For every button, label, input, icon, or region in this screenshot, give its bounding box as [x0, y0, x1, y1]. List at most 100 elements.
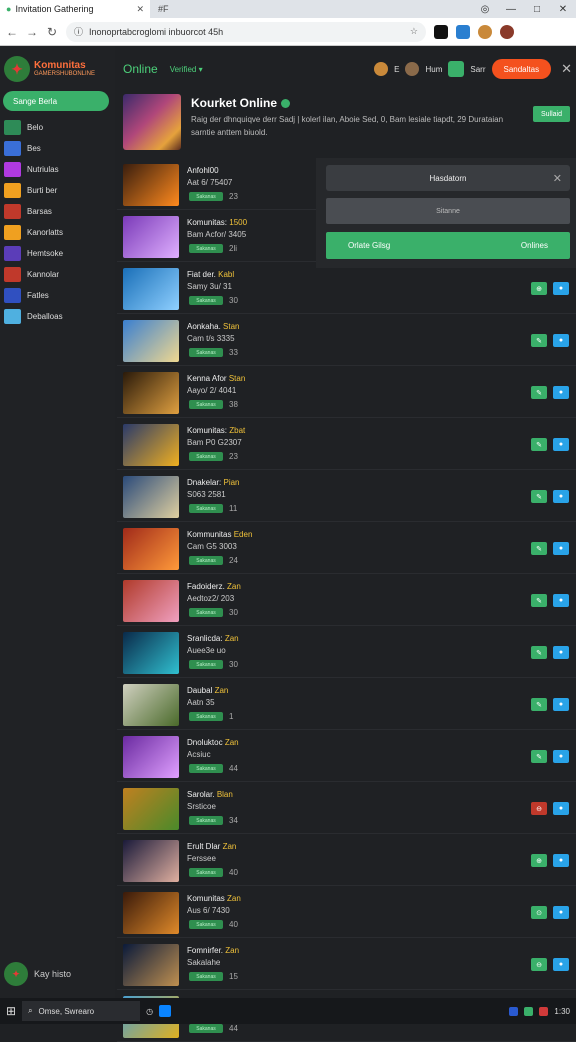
reload-icon[interactable]: ↻: [46, 25, 58, 39]
row-message-icon[interactable]: ●: [553, 386, 569, 399]
browser-tab-active[interactable]: ● Invitation Gathering ✕: [0, 0, 150, 18]
list-item[interactable]: Komunitas Zan Aus 6/ 7430 Sakanas 40 ⊙ ●: [117, 886, 576, 938]
close-window-button[interactable]: ✕: [550, 4, 576, 15]
user-avatar-2-icon[interactable]: [405, 62, 420, 76]
row-message-icon[interactable]: ●: [553, 802, 569, 815]
row-action-icon[interactable]: ⊕: [531, 854, 547, 867]
row-action-icon[interactable]: ✎: [531, 594, 547, 607]
tray-alert-icon[interactable]: [539, 1006, 549, 1016]
row-message-icon[interactable]: ●: [553, 750, 569, 763]
extension-icon[interactable]: [434, 24, 448, 39]
profile-avatar-2[interactable]: [500, 24, 514, 39]
row-action-icon[interactable]: ✎: [531, 438, 547, 451]
back-icon[interactable]: ←: [6, 25, 18, 39]
cta-button[interactable]: Sandaltas: [491, 59, 552, 79]
sidebar-footer[interactable]: ✦ Kay histo: [4, 962, 71, 986]
row-action-icon[interactable]: ✎: [531, 646, 547, 659]
row-message-icon[interactable]: ●: [553, 438, 569, 451]
row-message-icon[interactable]: ●: [553, 542, 569, 555]
status-badge: Sakanas: [189, 504, 223, 513]
row-action-icon[interactable]: ⊖: [531, 958, 547, 971]
extension-chart-icon[interactable]: [456, 24, 470, 39]
row-action-icon[interactable]: ✎: [531, 698, 547, 711]
row-message-icon[interactable]: ●: [553, 594, 569, 607]
row-message-icon[interactable]: ●: [553, 698, 569, 711]
list-item[interactable]: Dnoluktoc Zan Acsiuc Sakanas 44 ✎ ●: [117, 730, 576, 782]
row-action-icon[interactable]: ✎: [531, 490, 547, 503]
dialog-close-icon[interactable]: ✕: [553, 172, 562, 185]
sidebar-item[interactable]: Belo: [4, 118, 43, 136]
url-field[interactable]: ⓘ Inonoprtabcroglomi inbuorcot 45h ☆: [66, 21, 426, 42]
sidebar-item[interactable]: Barsas: [4, 202, 52, 220]
list-item[interactable]: Erult Dlar Zan Ferssee Sakanas 40 ⊕ ●: [117, 834, 576, 886]
row-action-icon[interactable]: ✎: [531, 542, 547, 555]
sidebar-item[interactable]: Nutriulas: [4, 160, 59, 178]
star-button-icon[interactable]: [448, 61, 465, 77]
row-message-icon[interactable]: ●: [553, 334, 569, 347]
bookmark-star-icon[interactable]: ☆: [410, 26, 418, 37]
row-action-icon[interactable]: ✎: [531, 750, 547, 763]
row-highlight: Eden: [233, 530, 253, 539]
minimize-button[interactable]: —: [498, 4, 524, 15]
start-icon[interactable]: ⊞: [6, 1004, 16, 1018]
row-message-icon[interactable]: ●: [553, 282, 569, 295]
list-item[interactable]: Aonkaha. Stan Cam t/s 3335 Sakanas 33 ✎ ●: [117, 314, 576, 366]
row-action-icon[interactable]: ⊕: [531, 282, 547, 295]
list-item[interactable]: Fadoiderz. Zan Aedtoz2/ 203 Sakanas 30 ✎ ●: [117, 574, 576, 626]
list-item[interactable]: Kenna Afor Stan Aayo/ 2/ 4041 Sakanas 38 ✎ ●: [117, 366, 576, 418]
list-item[interactable]: Komunitas: Zbat Bam P0 G2307 Sakanas 23 ✎ ●: [117, 418, 576, 470]
list-item[interactable]: Fomnirfer. Zan Sakalahe Sakanas 15 ⊖ ●: [117, 938, 576, 990]
online-tab[interactable]: Online: [123, 62, 158, 76]
tray-network-icon[interactable]: [509, 1006, 519, 1016]
row-message-icon[interactable]: ●: [553, 854, 569, 867]
list-item[interactable]: Sranlicda: Zan Auee3e uo Sakanas 30 ✎ ●: [117, 626, 576, 678]
account-icon[interactable]: ◎: [472, 4, 498, 15]
status-badge: Sakanas: [189, 192, 223, 201]
row-action-icon[interactable]: ⊖: [531, 802, 547, 815]
dialog-confirm-button[interactable]: Orlate Gilsg Onlines: [326, 232, 570, 259]
game-thumbnail: [123, 580, 179, 622]
row-message-icon[interactable]: ●: [553, 646, 569, 659]
sidebar-item[interactable]: Bes: [4, 139, 41, 157]
row-name: Sranlicda:: [187, 634, 223, 643]
row-action-icon[interactable]: ⊙: [531, 906, 547, 919]
sidebar-item[interactable]: Burti ber: [4, 181, 57, 199]
sidebar-item[interactable]: Fatles: [4, 286, 49, 304]
user-avatar-icon[interactable]: [374, 62, 389, 76]
tray-app-icon[interactable]: [524, 1006, 534, 1016]
sidebar-item[interactable]: Deballoas: [4, 307, 63, 325]
profile-avatar[interactable]: [478, 24, 492, 39]
row-highlight: Zan: [214, 686, 229, 695]
row-name: Fiat der.: [187, 270, 216, 279]
sidebar-item[interactable]: Kanorlatts: [4, 223, 63, 241]
verified-dropdown[interactable]: Verified ▾: [170, 65, 203, 74]
taskbar-search[interactable]: ⌕ Omse, Swrearo: [22, 1001, 141, 1021]
maximize-button[interactable]: □: [524, 4, 550, 15]
browser-tab-2[interactable]: #F: [150, 4, 190, 14]
sidebar-item[interactable]: Hemtsoke: [4, 244, 63, 262]
logo[interactable]: ✦ Komunitas GAMERSHUBONLINE: [4, 56, 95, 82]
close-icon[interactable]: ✕: [561, 61, 572, 77]
sidebar-item[interactable]: Kannolar: [4, 265, 59, 283]
row-action-icon[interactable]: ✎: [531, 386, 547, 399]
sidebar-search-button[interactable]: Sange Berla: [3, 91, 109, 111]
forward-icon[interactable]: →: [26, 25, 38, 39]
row-message-icon[interactable]: ●: [553, 958, 569, 971]
hero-image: [123, 94, 181, 150]
list-item[interactable]: Sarolar. Blan Srsticoe Sakanas 34 ⊖ ●: [117, 782, 576, 834]
row-action-icon[interactable]: ✎: [531, 334, 547, 347]
row-message-icon[interactable]: ●: [553, 490, 569, 503]
list-item[interactable]: Dnakelar: Pian S063 2581 Sakanas 11 ✎ ●: [117, 470, 576, 522]
tab-close-icon[interactable]: ✕: [136, 4, 144, 15]
list-item[interactable]: Daubal Zan Aatn 35 Sakanas 1 ✎ ●: [117, 678, 576, 730]
list-item[interactable]: Kommunitas Eden Cam G5 3003 Sakanas 24 ✎ ●: [117, 522, 576, 574]
taskbar-clock[interactable]: 1:30: [554, 1007, 570, 1016]
list-item[interactable]: Fiat der. Kabl Samy 3u/ 31 Sakanas 30 ⊕ ●: [117, 262, 576, 314]
hero-submit-button[interactable]: Sullaid: [533, 106, 570, 122]
browser-app-icon[interactable]: [159, 1005, 172, 1017]
row-count: 30: [229, 660, 238, 669]
site-info-icon[interactable]: ⓘ: [74, 25, 83, 38]
row-message-icon[interactable]: ●: [553, 906, 569, 919]
task-view-icon[interactable]: ◷: [146, 1007, 153, 1016]
dialog-input[interactable]: Sitanne: [326, 198, 570, 224]
